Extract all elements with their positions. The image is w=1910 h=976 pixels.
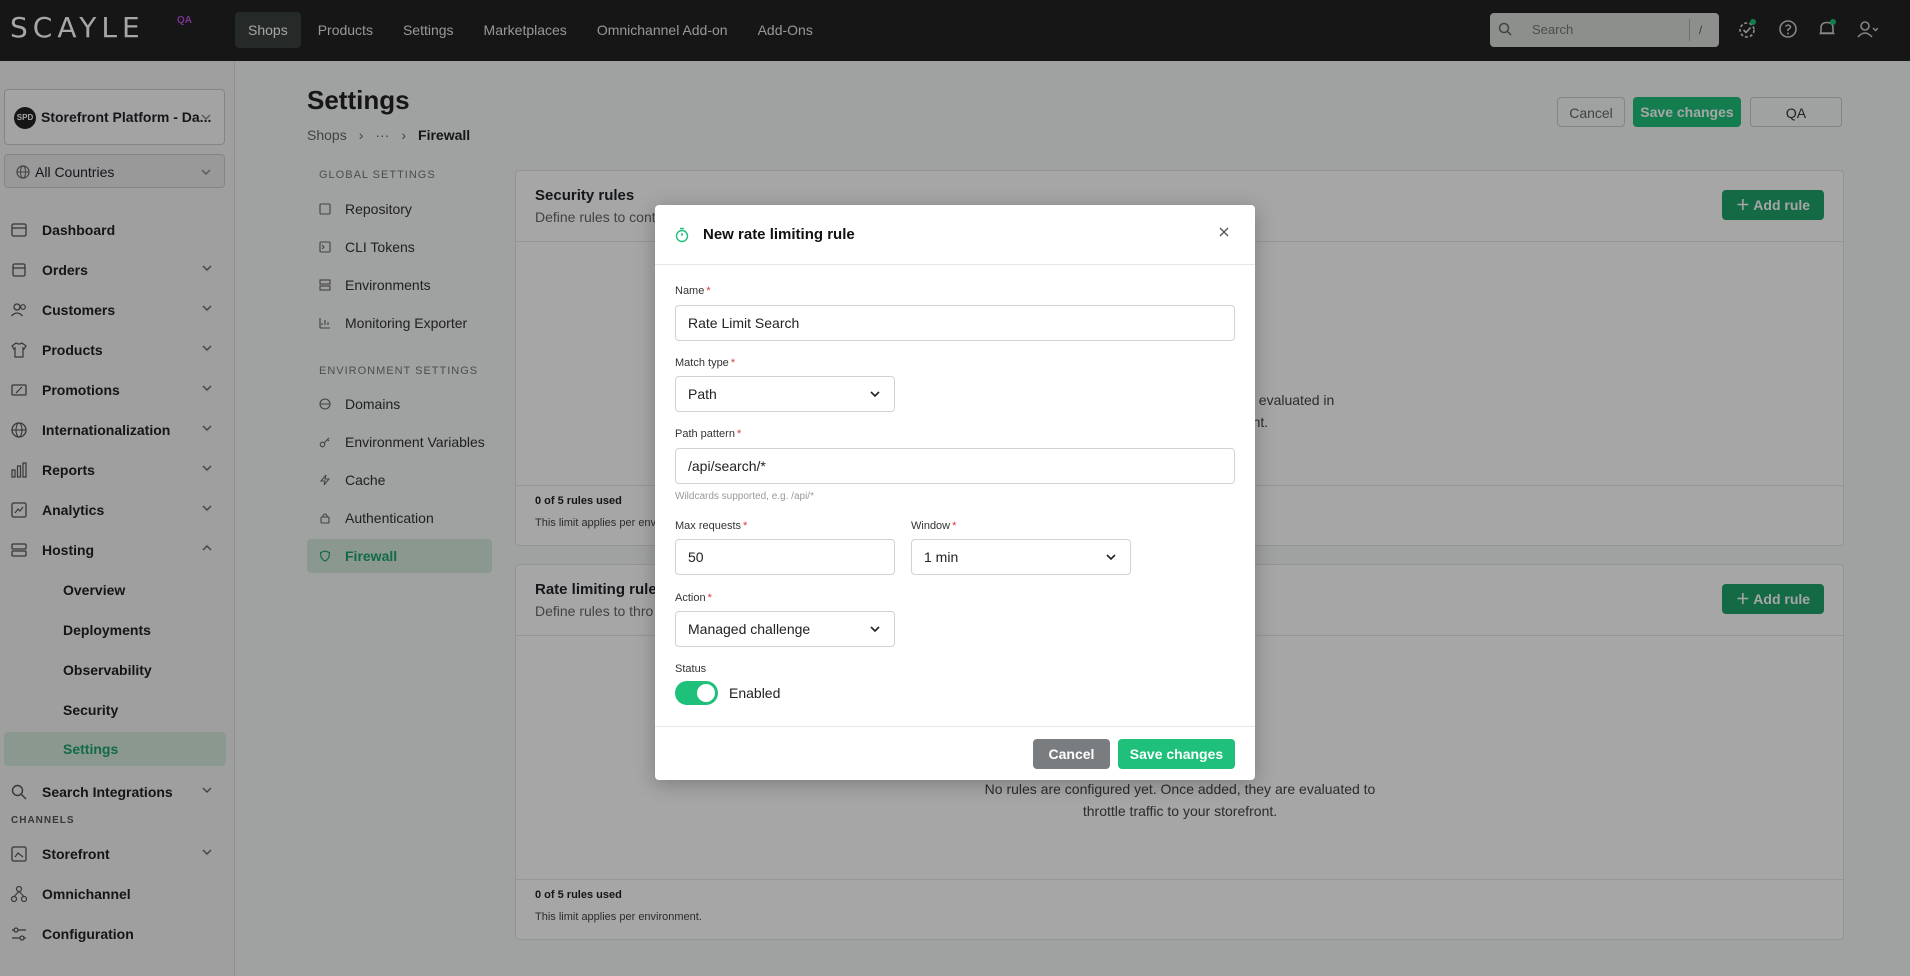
- name-label: Name *: [675, 285, 711, 297]
- action-select[interactable]: Managed challenge: [675, 611, 895, 647]
- required-mark: *: [707, 592, 712, 604]
- path-pattern-hint: Wildcards supported, e.g. /api/*: [675, 491, 814, 502]
- close-icon[interactable]: [1219, 227, 1229, 237]
- stopwatch-icon: [675, 227, 689, 243]
- dialog-save-button[interactable]: Save changes: [1118, 739, 1235, 769]
- required-mark: *: [730, 357, 736, 369]
- label-text: Match type: [675, 357, 729, 369]
- label-text: Window: [911, 520, 951, 532]
- select-value: Path: [688, 386, 717, 402]
- chevron-down-icon: [870, 626, 880, 632]
- max-requests-input[interactable]: 50: [675, 539, 895, 575]
- required-mark: *: [743, 520, 748, 532]
- label-text: Max requests: [675, 520, 742, 532]
- new-rate-limiting-rule-dialog: New rate limiting rule Name * Rate Limit …: [655, 205, 1255, 780]
- dialog-header: New rate limiting rule: [655, 205, 1255, 265]
- dialog-footer-divider: [655, 726, 1255, 727]
- label-text: Action: [675, 592, 706, 604]
- path-pattern-input[interactable]: /api/search/*: [675, 448, 1235, 484]
- required-mark: *: [706, 285, 711, 297]
- status-toggle[interactable]: [675, 681, 718, 705]
- label-text: Path pattern: [675, 428, 735, 440]
- status-label: Status: [675, 663, 707, 675]
- required-mark: *: [736, 428, 742, 440]
- match-type-select[interactable]: Path: [675, 376, 895, 412]
- label-text: Name: [675, 285, 705, 297]
- action-label: Action *: [675, 592, 712, 604]
- name-input[interactable]: Rate Limit Search: [675, 305, 1235, 341]
- toggle-knob: [697, 684, 715, 702]
- window-label: Window *: [911, 520, 956, 532]
- required-mark: *: [952, 520, 957, 532]
- max-requests-label: Max requests *: [675, 520, 747, 532]
- status-value: Enabled: [729, 685, 781, 701]
- dialog-cancel-button[interactable]: Cancel: [1033, 739, 1110, 769]
- dialog-title: New rate limiting rule: [703, 226, 855, 243]
- chevron-down-icon: [870, 391, 880, 397]
- window-select[interactable]: 1 min: [911, 539, 1131, 575]
- match-type-label: Match type *: [675, 357, 735, 369]
- chevron-down-icon: [1106, 554, 1116, 560]
- select-value: 1 min: [924, 549, 959, 565]
- path-pattern-label: Path pattern *: [675, 428, 741, 440]
- select-value: Managed challenge: [688, 621, 811, 637]
